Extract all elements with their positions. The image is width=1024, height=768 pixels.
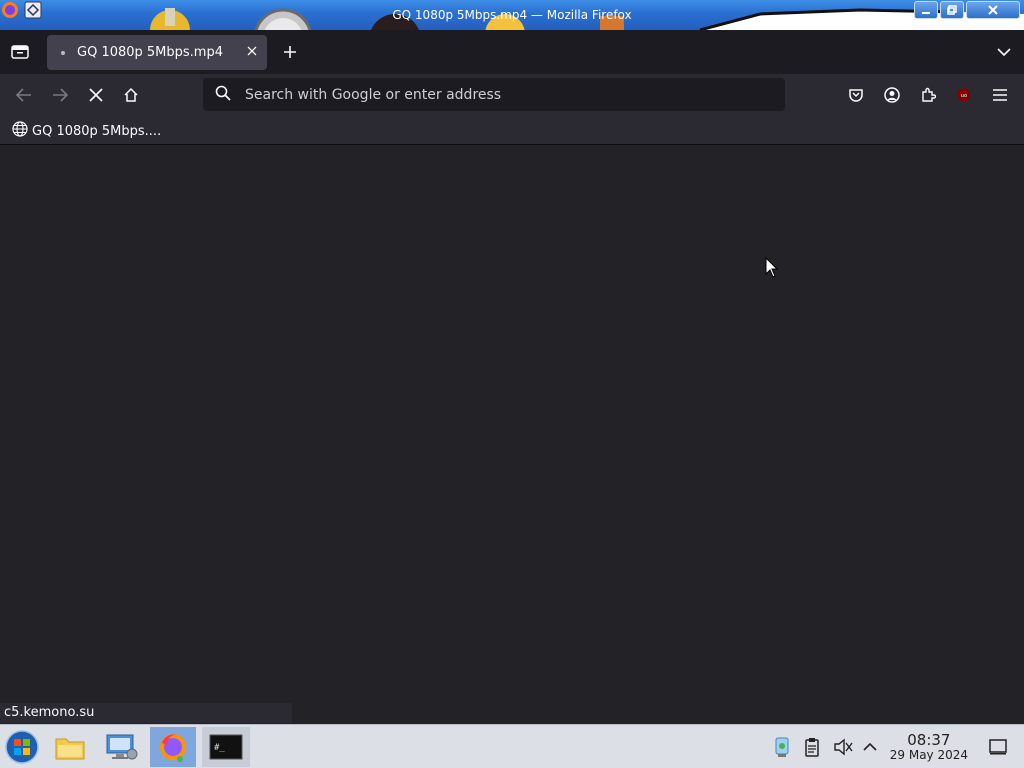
- bookmark-item[interactable]: GQ 1080p 5Mbps....: [12, 121, 161, 141]
- bookmarks-toolbar: GQ 1080p 5Mbps....: [0, 116, 1024, 145]
- tab-strip: GQ 1080p 5Mbps.mp4: [0, 30, 1024, 74]
- forward-button[interactable]: [50, 86, 70, 104]
- navigation-toolbar: uo: [0, 74, 1024, 116]
- show-desktop-icon[interactable]: [986, 727, 1010, 767]
- firefox-taskbar-button[interactable]: [150, 727, 196, 767]
- app-menu-hamburger-icon[interactable]: [990, 86, 1010, 104]
- taskbar: #_ 08:37 29 May 2024: [0, 724, 1024, 768]
- home-button[interactable]: [121, 86, 141, 104]
- window-title: GQ 1080p 5Mbps.mp4 — Mozilla Firefox: [392, 8, 632, 22]
- bookmark-label: GQ 1080p 5Mbps....: [32, 123, 162, 139]
- search-icon: [215, 85, 231, 105]
- list-all-tabs-chevron-down-icon[interactable]: [994, 43, 1014, 61]
- svg-text:uo: uo: [961, 93, 967, 99]
- svg-text:#_: #_: [214, 743, 225, 753]
- status-link-tooltip: c5.kemono.su: [0, 703, 292, 723]
- folder-icon: [55, 738, 85, 760]
- loading-dot-icon: [61, 50, 65, 55]
- tab-manager-icon[interactable]: [8, 42, 32, 62]
- tab-active[interactable]: GQ 1080p 5Mbps.mp4: [47, 35, 267, 70]
- start-button[interactable]: [2, 727, 42, 767]
- window-titlebar[interactable]: GQ 1080p 5Mbps.mp4 — Mozilla Firefox: [0, 0, 1024, 30]
- search-input[interactable]: [245, 86, 745, 103]
- taskbar-clock[interactable]: 08:37 29 May 2024: [890, 732, 968, 762]
- tab-label: GQ 1080p 5Mbps.mp4: [77, 45, 223, 60]
- extensions-puzzle-icon[interactable]: [918, 86, 938, 104]
- ublock-origin-icon[interactable]: uo: [954, 86, 974, 104]
- computer-settings-icon: [106, 734, 138, 760]
- speaker-muted-icon[interactable]: [832, 727, 854, 767]
- pocket-icon[interactable]: [846, 86, 866, 104]
- window-controls: [914, 1, 1020, 19]
- screen: GQ 1080p 5Mbps.mp4 — Mozilla Firefox GQ …: [0, 0, 1024, 768]
- system-settings-button[interactable]: [102, 727, 142, 767]
- account-icon[interactable]: [882, 86, 902, 104]
- network-icon[interactable]: [772, 727, 792, 767]
- firefox-icon: [160, 734, 186, 762]
- clipboard-icon[interactable]: [802, 727, 822, 767]
- minimize-button[interactable]: [914, 1, 938, 19]
- close-window-button[interactable]: [966, 1, 1020, 19]
- globe-icon: [12, 121, 28, 141]
- tray-expand-chevron-up-icon[interactable]: [860, 727, 880, 767]
- page-content[interactable]: [0, 146, 1024, 724]
- tab-close-icon[interactable]: [247, 45, 257, 60]
- new-tab-button[interactable]: [281, 43, 299, 61]
- stop-loading-button[interactable]: [86, 86, 106, 104]
- back-button[interactable]: [14, 86, 34, 104]
- clock-time: 08:37: [907, 731, 951, 749]
- clock-date: 29 May 2024: [889, 748, 968, 762]
- restore-button[interactable]: [940, 1, 964, 19]
- terminal-button[interactable]: #_: [202, 727, 250, 767]
- mouse-pointer-icon: [765, 256, 779, 283]
- address-bar[interactable]: [203, 78, 785, 111]
- file-manager-button[interactable]: [50, 727, 90, 767]
- terminal-icon: #_: [209, 734, 243, 760]
- start-orb-icon: [5, 730, 39, 764]
